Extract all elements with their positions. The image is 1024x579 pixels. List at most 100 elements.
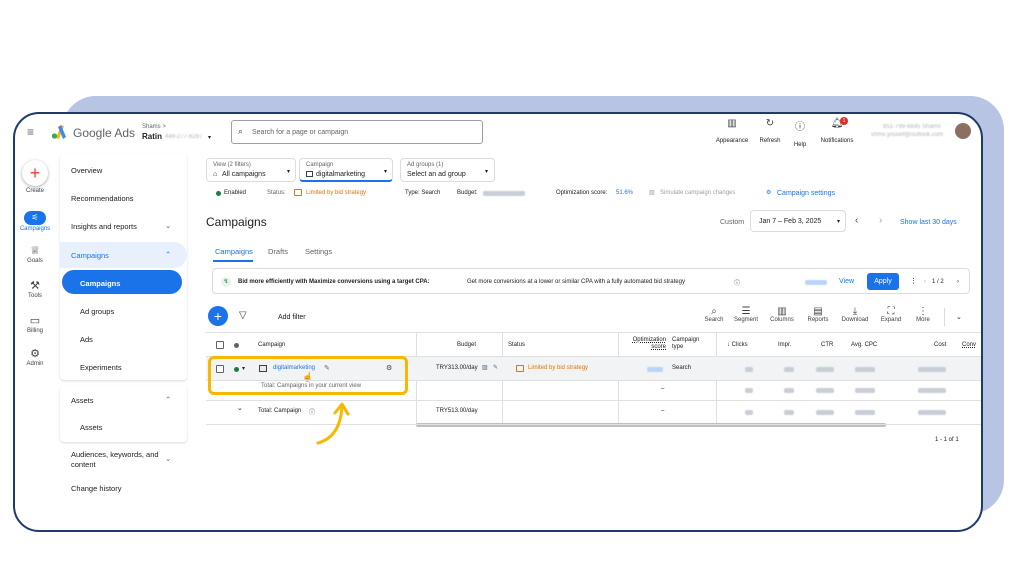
- sidebar-item-assets[interactable]: Assets: [80, 423, 103, 432]
- toolbar-more[interactable]: ⋮ More: [905, 306, 941, 323]
- adgroup-filter-dropdown[interactable]: Ad groups (1) Select an ad group ▾: [400, 158, 495, 182]
- row-status[interactable]: Limited by bid strategy: [528, 365, 588, 371]
- header-campaign[interactable]: Campaign: [258, 342, 285, 348]
- campaign-filter-dropdown[interactable]: Campaign digitalmarketing ▾: [299, 158, 393, 182]
- tab-settings[interactable]: Settings: [305, 247, 332, 256]
- toolbar-segment[interactable]: ☰ Segment: [728, 306, 764, 323]
- sidebar-group-campaigns-label[interactable]: Campaigns: [71, 251, 109, 260]
- sidebar-item-campaigns-label[interactable]: Campaigns: [80, 279, 120, 288]
- next-period-icon[interactable]: ›: [879, 215, 882, 226]
- enabled-status: Enabled: [224, 190, 247, 196]
- collapse-chevron-icon[interactable]: ⌄: [956, 313, 962, 321]
- date-range-picker[interactable]: Jan 7 – Feb 3, 2025 ▾: [750, 210, 846, 232]
- apply-button[interactable]: Apply: [867, 273, 899, 290]
- sidebar-item-change-history[interactable]: Change history: [71, 484, 121, 493]
- row-impr-blurred: [784, 367, 794, 372]
- menu-icon[interactable]: ≡: [27, 125, 34, 139]
- toolbar-columns[interactable]: ▥ Columns: [764, 306, 800, 323]
- add-filter[interactable]: Add filter: [278, 314, 306, 321]
- header-clicks[interactable]: ↓ Clicks: [727, 342, 748, 348]
- toolbar-search[interactable]: ⌕ Search: [696, 306, 732, 323]
- chevron-up-icon[interactable]: ⌃: [165, 395, 171, 404]
- tab-campaigns[interactable]: Campaigns: [215, 247, 253, 256]
- view-button[interactable]: View: [839, 278, 854, 285]
- more-vert-icon: ⋮: [918, 306, 928, 317]
- refresh-button[interactable]: ↻ Refresh: [753, 118, 787, 147]
- sidebar-item-audiences[interactable]: Audiences, keywords, and content: [71, 450, 166, 470]
- search-input[interactable]: Search for a page or campaign: [252, 129, 348, 136]
- campaigns-icon[interactable]: ⚟: [24, 211, 46, 225]
- chevron-down-icon[interactable]: ⌄: [165, 221, 171, 230]
- view-filter-dropdown[interactable]: View (2 filters) ⌂ All campaigns ▾: [206, 158, 296, 182]
- bell-icon: 🔔︎: [830, 118, 844, 129]
- optimization-value[interactable]: 51.6%: [616, 190, 633, 196]
- filter-icon[interactable]: ▽: [239, 310, 247, 321]
- subtotal-cpc-blurred: [855, 388, 875, 393]
- sidebar-item-insights[interactable]: Insights and reports: [71, 222, 137, 231]
- next-reco-icon[interactable]: ›: [957, 279, 959, 285]
- sidebar-item-overview[interactable]: Overview: [71, 166, 102, 175]
- reports-icon: ▤: [813, 306, 823, 317]
- header-conversions[interactable]: Conv: [962, 342, 976, 348]
- avatar[interactable]: [955, 123, 971, 139]
- sidebar-item-experiments[interactable]: Experiments: [80, 363, 122, 372]
- reco-pager: 1 / 2: [932, 279, 944, 285]
- tab-drafts[interactable]: Drafts: [268, 247, 288, 256]
- prev-period-icon[interactable]: ‹: [855, 215, 858, 226]
- sidebar-item-ads[interactable]: Ads: [80, 335, 93, 344]
- simulate-icon: ▨: [649, 190, 655, 196]
- row-campaign-type: Search: [672, 365, 692, 371]
- top-bar: ≡ Google Ads Shams > Ratin 449-277-6287 …: [15, 114, 981, 152]
- simulate-changes[interactable]: Simulate campaign changes: [660, 190, 735, 196]
- plus-icon: +: [29, 163, 41, 183]
- chevron-down-icon[interactable]: ⌄: [165, 454, 171, 463]
- chevron-up-icon[interactable]: ⌃: [165, 250, 171, 259]
- add-campaign-button[interactable]: +: [208, 306, 228, 326]
- header-status[interactable]: Status: [508, 342, 525, 348]
- sidebar-item-recommendations[interactable]: Recommendations: [71, 194, 134, 203]
- sidebar-group-assets[interactable]: Assets: [71, 396, 94, 405]
- edit-pencil-icon[interactable]: ✎: [493, 364, 498, 371]
- toolbar-download[interactable]: ⤓ Download: [837, 306, 873, 323]
- search-box[interactable]: ⌕ Search for a page or campaign: [231, 120, 483, 144]
- rail-campaigns-label[interactable]: Campaigns: [17, 226, 53, 232]
- toolbar-reports[interactable]: ▤ Reports: [800, 306, 836, 323]
- appearance-button[interactable]: ▥ Appearance: [710, 118, 754, 147]
- status-value[interactable]: Limited by bid strategy: [306, 190, 366, 196]
- brand-name: Google Ads: [73, 126, 136, 140]
- more-vert-icon[interactable]: ⋮: [910, 277, 917, 285]
- campaign-filter-label: Campaign: [306, 162, 334, 168]
- select-all-checkbox[interactable]: [216, 341, 224, 349]
- header-campaign-type[interactable]: Campaign type: [672, 337, 712, 351]
- rail-goals-label: Goals: [27, 258, 43, 264]
- toolbar-expand[interactable]: ⛶ Expand: [873, 306, 909, 323]
- account-caret-icon[interactable]: ▾: [208, 134, 211, 141]
- header-cost[interactable]: Cost: [934, 342, 946, 348]
- notifications-button[interactable]: 🔔︎ Notifications 1: [815, 117, 859, 147]
- header-avg-cpc[interactable]: Avg. CPC: [851, 342, 877, 348]
- sidebar-item-ad-groups[interactable]: Ad groups: [80, 307, 114, 316]
- expand-total-chevron-icon[interactable]: ⌄: [237, 404, 243, 412]
- header-budget[interactable]: Budget: [457, 342, 476, 348]
- toolbar-expand-label: Expand: [880, 317, 902, 323]
- columns-icon: ▥: [777, 306, 787, 317]
- user-account-id: 851-799-6845 Shams: [883, 124, 941, 130]
- header-optimization-score[interactable]: Optimization score: [622, 337, 666, 351]
- header-ctr[interactable]: CTR: [821, 342, 833, 348]
- campaign-settings-link[interactable]: Campaign settings: [777, 190, 835, 197]
- status-dot-icon: [234, 343, 239, 348]
- budget-graph-icon[interactable]: ▨: [482, 364, 488, 371]
- rail-goals[interactable]: ♕ Goals: [17, 244, 53, 264]
- toolbar-segment-label: Segment: [733, 317, 758, 323]
- prev-reco-icon[interactable]: ‹: [924, 279, 926, 285]
- rail-tools[interactable]: ⚒ Tools: [17, 279, 53, 299]
- help-button[interactable]: ⓘ Help: [787, 118, 813, 151]
- header-impressions[interactable]: Impr.: [778, 342, 791, 348]
- caret-down-icon: ▾: [837, 219, 841, 225]
- rail-billing[interactable]: ▭ Billing: [17, 314, 53, 334]
- rail-admin[interactable]: ⚙ Admin: [17, 347, 53, 367]
- create-button[interactable]: +: [22, 160, 48, 186]
- row-opt-score-blurred: [647, 367, 663, 372]
- account-name[interactable]: Ratin: [142, 132, 162, 141]
- show-last-30-days[interactable]: Show last 30 days: [900, 219, 957, 226]
